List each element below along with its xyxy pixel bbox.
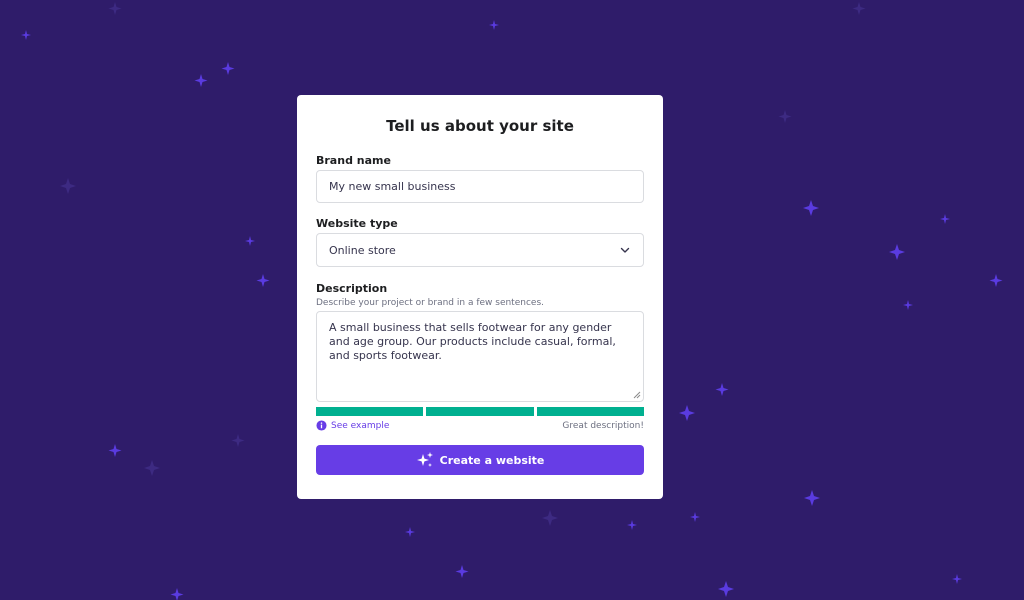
star-icon	[718, 581, 734, 597]
description-meta-row: See example Great description!	[316, 420, 644, 431]
star-icon	[455, 565, 469, 578]
star-icon	[903, 300, 913, 310]
website-type-select[interactable]: Online store	[316, 233, 644, 267]
card-title: Tell us about your site	[386, 117, 574, 135]
star-icon	[194, 74, 208, 87]
star-icon	[108, 444, 122, 457]
website-type-value: Online store	[329, 243, 396, 257]
star-icon	[221, 62, 235, 75]
star-icon	[256, 274, 270, 287]
star-icon	[170, 588, 184, 600]
star-icon	[803, 200, 819, 216]
star-icon	[542, 510, 558, 526]
quality-segment	[536, 407, 644, 416]
description-label: Description	[316, 282, 388, 295]
star-icon	[940, 214, 950, 224]
sparkles-icon	[416, 452, 433, 467]
description-helper-text: Describe your project or brand in a few …	[316, 298, 544, 308]
description-value: A small business that sells footwear for…	[329, 321, 616, 362]
star-icon	[60, 178, 76, 194]
star-icon	[989, 274, 1003, 287]
description-status: Great description!	[562, 420, 644, 431]
star-icon	[489, 20, 499, 30]
quality-segment	[316, 407, 424, 416]
star-icon	[108, 2, 122, 15]
star-icon	[852, 2, 866, 15]
create-website-button[interactable]: Create a website	[316, 445, 644, 475]
star-icon	[231, 434, 245, 447]
star-icon	[778, 110, 792, 123]
quality-segment	[426, 407, 534, 416]
website-type-label: Website type	[316, 217, 398, 230]
star-icon	[952, 574, 962, 584]
description-textarea[interactable]: A small business that sells footwear for…	[316, 311, 644, 402]
star-icon	[679, 405, 695, 421]
brand-name-value: My new small business	[329, 180, 456, 193]
resize-handle-icon[interactable]	[633, 391, 641, 399]
star-icon	[690, 512, 700, 522]
star-icon	[889, 244, 905, 260]
star-icon	[804, 490, 820, 506]
star-icon	[405, 527, 415, 537]
see-example-label: See example	[331, 420, 390, 431]
create-website-label: Create a website	[439, 453, 545, 467]
star-icon	[21, 30, 31, 40]
brand-name-label: Brand name	[316, 154, 391, 167]
star-icon	[245, 236, 255, 246]
star-icon	[627, 520, 637, 530]
see-example-link[interactable]: See example	[316, 420, 389, 431]
description-quality-meter	[316, 407, 644, 416]
brand-name-input[interactable]: My new small business	[316, 170, 644, 203]
star-icon	[715, 383, 729, 396]
star-icon	[144, 460, 160, 476]
chevron-down-icon	[620, 247, 630, 253]
info-icon	[316, 420, 327, 431]
site-setup-card: Tell us about your site Brand name My ne…	[297, 95, 663, 499]
